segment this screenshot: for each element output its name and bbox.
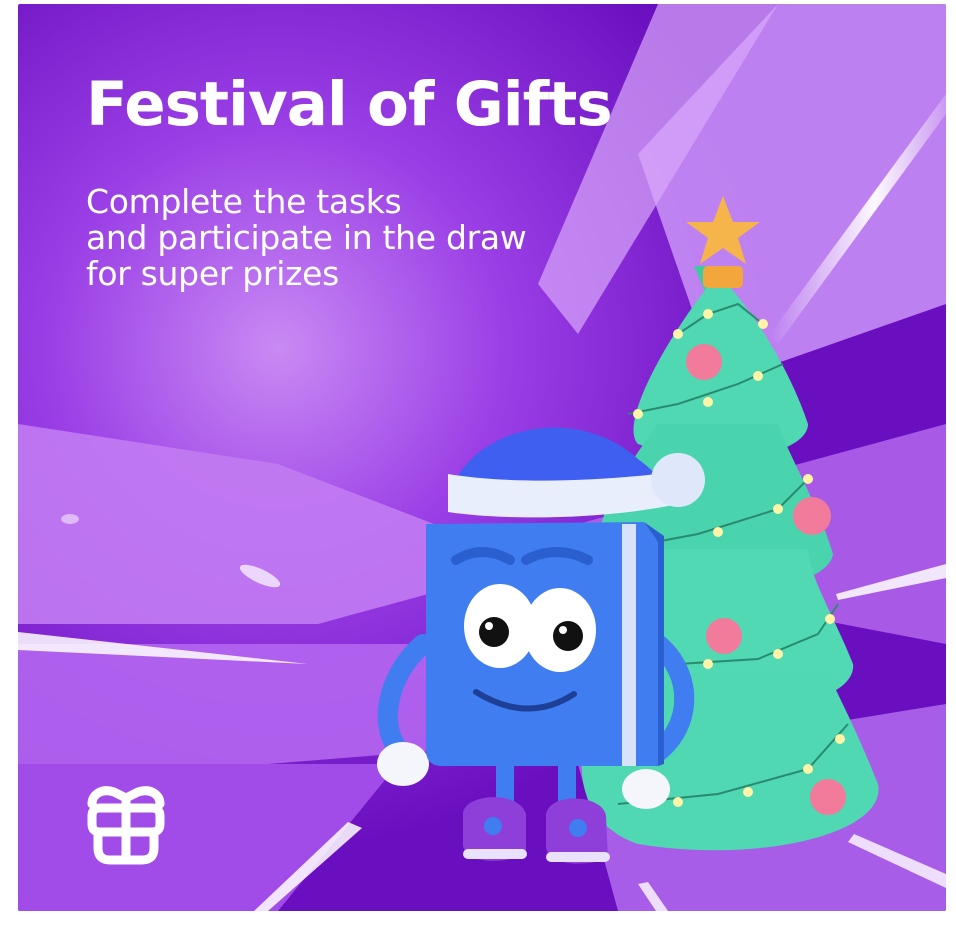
gift-box-icon	[87, 786, 165, 865]
illustration	[377, 196, 879, 864]
promo-banner: Festival of Gifts Complete the tasks and…	[18, 4, 946, 911]
blue-gift-box-character-icon	[377, 427, 705, 864]
